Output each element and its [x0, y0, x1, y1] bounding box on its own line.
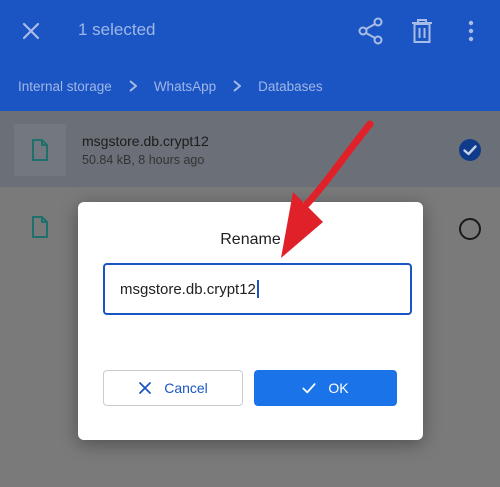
text-caret: [256, 280, 259, 298]
delete-icon[interactable]: [411, 17, 433, 45]
chevron-right-icon: [233, 80, 242, 92]
app-bar: 1 selected Internal storage WhatsApp Dat…: [0, 0, 500, 111]
file-thumbnail: [14, 124, 66, 176]
file-name: msgstore.db.crypt12: [82, 133, 209, 149]
file-icon: [32, 216, 48, 238]
rename-input-value: msgstore.db.crypt12: [120, 280, 256, 298]
checked-circle-icon[interactable]: [458, 138, 482, 162]
cancel-button[interactable]: Cancel: [103, 370, 243, 406]
dialog-title: Rename: [220, 231, 281, 248]
close-icon[interactable]: [18, 18, 44, 44]
more-vert-icon[interactable]: [463, 18, 479, 44]
close-icon: [138, 381, 152, 395]
share-icon[interactable]: [358, 17, 384, 45]
cancel-button-label: Cancel: [164, 380, 208, 396]
breadcrumb-item-databases[interactable]: Databases: [258, 79, 323, 94]
breadcrumb: Internal storage WhatsApp Databases: [18, 76, 323, 96]
breadcrumb-item-whatsapp[interactable]: WhatsApp: [154, 79, 216, 94]
breadcrumb-item-internal-storage[interactable]: Internal storage: [18, 79, 112, 94]
list-item[interactable]: msgstore.db.crypt12 50.84 kB, 8 hours ag…: [0, 111, 500, 197]
check-icon: [302, 381, 316, 395]
file-icon: [32, 139, 48, 161]
rename-input[interactable]: msgstore.db.crypt12: [103, 263, 412, 315]
unchecked-circle-icon[interactable]: [458, 217, 482, 241]
file-meta: 50.84 kB, 8 hours ago: [82, 153, 205, 167]
ok-button[interactable]: OK: [254, 370, 397, 406]
file-thumbnail: [14, 201, 66, 253]
chevron-right-icon: [129, 80, 137, 92]
ok-button-label: OK: [328, 380, 349, 396]
selection-title: 1 selected: [78, 20, 156, 39]
rename-dialog: Rename msgstore.db.crypt12 Cancel OK: [78, 202, 423, 440]
